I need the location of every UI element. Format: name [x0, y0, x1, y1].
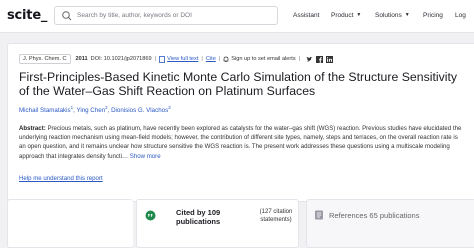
document-icon	[159, 55, 165, 63]
nav-assistant[interactable]: Assistant	[293, 12, 319, 19]
divider: |	[218, 56, 221, 62]
citation-bubble-icon	[145, 210, 156, 221]
publication-year: 2011	[75, 56, 88, 62]
nav-product[interactable]: Product ▼	[331, 12, 361, 19]
view-full-text-link[interactable]: View full text	[167, 56, 198, 62]
search-icon	[62, 11, 72, 21]
author-link[interactable]: Dionisios G. Vlachos3	[111, 105, 171, 115]
divider: |	[154, 56, 157, 62]
author-name: Ying Chen	[76, 107, 106, 115]
twitter-icon[interactable]	[306, 56, 313, 63]
author-list: Michail Stamatakis1, Ying Chen2, Dionisi…	[19, 105, 171, 115]
search-input[interactable]	[77, 8, 275, 23]
journal-badge[interactable]: J. Phys. Chem. C	[19, 54, 71, 64]
nav-login[interactable]: Log	[455, 12, 466, 19]
references-tab[interactable]: References 65 publications	[306, 199, 474, 248]
facebook-icon[interactable]	[316, 55, 324, 63]
author-affiliation: 3	[168, 105, 171, 110]
abstract-text: Precious metals, such as platinum, have …	[19, 125, 462, 160]
author-link[interactable]: Ying Chen2	[76, 105, 108, 115]
doi-text: DOI: 10.1021/jp2071869	[90, 56, 152, 62]
cited-by-tab[interactable]: Cited by 109 publications (127 citation …	[136, 199, 299, 248]
email-alerts-link[interactable]: Sign up to set email alerts	[231, 56, 295, 62]
cited-by-label: Cited by 109 publications	[176, 208, 221, 226]
citation-statements-count: (127 citation statements)	[259, 209, 293, 223]
divider: |	[201, 56, 203, 62]
abstract-label: Abstract:	[19, 125, 46, 132]
author-link[interactable]: Michail Stamatakis1	[19, 105, 74, 115]
linkedin-icon[interactable]	[326, 55, 334, 63]
nav-solutions[interactable]: Solutions ▼	[375, 12, 410, 19]
cite-link[interactable]: Cite	[206, 56, 216, 62]
divider: |	[298, 56, 301, 62]
author-name: Michail Stamatakis	[19, 107, 71, 115]
author-name: Dionisios G. Vlachos	[111, 107, 169, 115]
help-understand-link[interactable]: Help me understand this report	[19, 175, 103, 182]
show-more-link[interactable]: Show more	[130, 153, 161, 160]
chevron-down-icon: ▼	[356, 12, 362, 18]
references-label: References 65 publications	[329, 211, 420, 220]
chevron-down-icon: ▼	[404, 12, 410, 18]
author-affiliation: 1	[70, 105, 74, 110]
abstract: Abstract: Precious metals, such as plati…	[19, 124, 464, 161]
bell-icon	[223, 56, 229, 62]
paper-title: First-Principles-Based Kinetic Monte Car…	[19, 70, 458, 98]
author-affiliation: 2	[105, 105, 108, 110]
nav-solutions-label: Solutions	[375, 12, 402, 19]
nav-pricing[interactable]: Pricing	[423, 12, 443, 19]
scite-logo[interactable]: scite_	[7, 8, 47, 23]
paper-card: J. Phys. Chem. C 2011 DOI: 10.1021/jp207…	[7, 43, 474, 202]
top-navbar: scite_ Assistant Product▼ Solutions▼ Pri…	[0, 0, 474, 33]
references-icon	[315, 210, 323, 220]
search-box[interactable]	[54, 6, 278, 25]
nav-product-label: Product	[331, 12, 354, 19]
tally-panel	[7, 199, 133, 248]
paper-meta-row: J. Phys. Chem. C 2011 DOI: 10.1021/jp207…	[19, 53, 334, 65]
